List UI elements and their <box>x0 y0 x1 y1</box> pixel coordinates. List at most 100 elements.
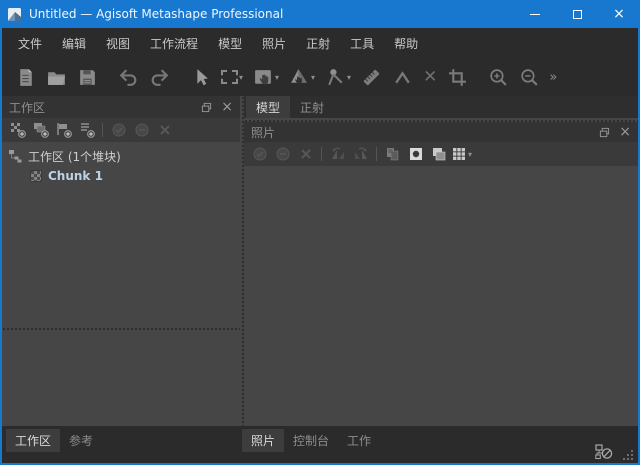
rotate-left-button[interactable] <box>327 144 348 164</box>
angle-tool-button[interactable] <box>389 63 416 91</box>
menu-file[interactable]: 文件 <box>11 31 49 56</box>
tree-chunk-item[interactable]: Chunk 1 <box>2 166 240 186</box>
point-marker-icon <box>325 67 346 88</box>
photos-panel-buttons: × <box>599 125 631 139</box>
chunk-icon <box>30 170 42 182</box>
photos-panel-title: 照片 <box>251 124 275 141</box>
enable-button[interactable] <box>108 120 129 140</box>
chevron-down-icon: ▾ <box>347 73 351 82</box>
undo-button[interactable] <box>115 63 142 91</box>
tab-reference[interactable]: 参考 <box>60 429 102 452</box>
new-project-button[interactable] <box>12 63 39 91</box>
add-chunk-icon <box>10 122 26 138</box>
grid-view-icon <box>451 146 467 162</box>
select-tool-button[interactable] <box>187 63 214 91</box>
network-disabled-icon[interactable] <box>595 444 614 460</box>
viewer-tab-bar: 模型 正射 <box>244 96 638 118</box>
add-chunk-button[interactable] <box>7 120 28 140</box>
close-panel-button[interactable]: × <box>221 100 233 114</box>
menu-edit[interactable]: 编辑 <box>55 31 93 56</box>
chevron-down-icon: ▾ <box>468 150 472 159</box>
float-panel-button[interactable] <box>201 102 212 113</box>
float-icon <box>599 127 610 138</box>
titlebar[interactable]: Untitled — Agisoft Metashape Professiona… <box>0 0 640 28</box>
thumbnail-view-button[interactable] <box>405 144 426 164</box>
enable-cameras-button[interactable] <box>249 144 270 164</box>
workspace-panel-buttons: × <box>201 100 233 114</box>
tab-workspace[interactable]: 工作区 <box>6 429 60 452</box>
import-button[interactable] <box>76 120 97 140</box>
remove-cameras-button[interactable] <box>295 144 316 164</box>
rectangle-selection-icon <box>221 70 238 84</box>
filter-photos-icon <box>385 146 401 162</box>
ruler-icon <box>361 67 382 88</box>
remove-button[interactable] <box>154 120 175 140</box>
rotate-right-button[interactable] <box>350 144 371 164</box>
redo-button[interactable] <box>146 63 173 91</box>
rectangle-selection-button[interactable]: ▾ <box>218 63 246 91</box>
toolbar-overflow-button[interactable]: » <box>549 70 557 85</box>
tab-jobs[interactable]: 工作 <box>338 429 380 452</box>
close-panel-button[interactable]: × <box>619 125 631 139</box>
menu-model[interactable]: 模型 <box>211 31 249 56</box>
grid-view-button[interactable]: ▾ <box>451 144 472 164</box>
close-icon: × <box>613 7 625 21</box>
point-tool-button[interactable]: ▾ <box>322 63 354 91</box>
chevron-down-icon: ▾ <box>275 73 279 82</box>
tree-root-item[interactable]: 工作区 (1个堆块) <box>2 146 240 166</box>
toolbar-separator <box>376 147 377 161</box>
crop-button[interactable] <box>444 63 471 91</box>
close-button[interactable]: × <box>598 0 640 28</box>
menu-view[interactable]: 视图 <box>99 31 137 56</box>
disable-button[interactable] <box>131 120 152 140</box>
float-panel-button[interactable] <box>599 127 610 138</box>
tab-ortho[interactable]: 正射 <box>290 96 334 118</box>
menu-tools[interactable]: 工具 <box>343 31 381 56</box>
ruler-button[interactable] <box>358 63 385 91</box>
zoom-out-button[interactable] <box>516 63 543 91</box>
workspace-tree: 工作区 (1个堆块) Chunk 1 <box>2 142 240 326</box>
remove-x-icon <box>298 146 314 162</box>
add-folder-button[interactable] <box>53 120 74 140</box>
disable-cameras-button[interactable] <box>272 144 293 164</box>
filter-photos-button[interactable] <box>382 144 403 164</box>
save-project-button[interactable] <box>74 63 101 91</box>
right-dock-tabs: 照片 控制台 工作 <box>242 429 380 452</box>
pages-view-icon <box>431 146 447 162</box>
rotate-right-icon <box>353 146 369 162</box>
zoom-in-button[interactable] <box>485 63 512 91</box>
menu-ortho[interactable]: 正射 <box>299 31 337 56</box>
tab-photos[interactable]: 照片 <box>242 429 284 452</box>
tab-model[interactable]: 模型 <box>246 96 290 118</box>
delete-button[interactable]: ✕ <box>420 63 440 91</box>
tab-console[interactable]: 控制台 <box>284 429 338 452</box>
minus-circle-icon <box>275 146 291 162</box>
add-photos-button[interactable] <box>30 120 51 140</box>
open-project-button[interactable] <box>43 63 70 91</box>
cursor-arrow-icon <box>190 67 211 88</box>
check-circle-icon <box>252 146 268 162</box>
menu-help[interactable]: 帮助 <box>387 31 425 56</box>
pages-view-button[interactable] <box>428 144 449 164</box>
chevron-down-icon: ▾ <box>239 73 243 82</box>
angle-icon <box>392 67 413 88</box>
navigation-tool-button[interactable]: ▾ <box>250 63 282 91</box>
maximize-button[interactable] <box>556 0 598 28</box>
workspace-panel-title: 工作区 <box>9 99 45 116</box>
resize-grip[interactable] <box>621 448 633 460</box>
save-icon <box>77 67 98 88</box>
workspace-root-icon <box>8 149 22 163</box>
status-icons <box>595 444 633 460</box>
minimize-button[interactable] <box>514 0 556 28</box>
app-icon <box>7 7 22 22</box>
menu-photos[interactable]: 照片 <box>255 31 293 56</box>
float-icon <box>201 102 212 113</box>
rotate-object-button[interactable]: ▾ <box>286 63 318 91</box>
zoom-in-icon <box>488 67 509 88</box>
minus-circle-icon <box>134 122 150 138</box>
workspace-lower-pane <box>2 330 240 426</box>
menu-workflow[interactable]: 工作流程 <box>143 31 205 56</box>
new-document-icon <box>15 67 36 88</box>
remove-x-icon <box>157 122 173 138</box>
chunk-label: Chunk 1 <box>48 169 103 183</box>
